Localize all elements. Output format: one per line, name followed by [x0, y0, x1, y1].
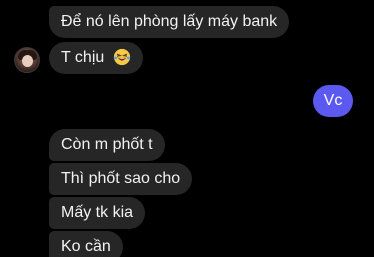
message-text: Còn m phốt t: [61, 136, 153, 153]
message-text: Mấy tk kia: [61, 204, 134, 221]
message-text: T chịu: [61, 49, 105, 66]
message-outgoing[interactable]: Vc: [313, 85, 353, 117]
laughing-with-tears-emoji-icon: [113, 48, 131, 65]
message-text: Vc: [323, 92, 343, 109]
message-text: Ko cần: [61, 238, 111, 255]
message-text: Để nó lên phòng lấy máy bank: [61, 13, 278, 30]
message-incoming[interactable]: Để nó lên phòng lấy máy bank: [49, 6, 290, 38]
message-text: Thì phốt sao cho: [61, 170, 181, 187]
message-incoming[interactable]: Còn m phốt t: [49, 129, 165, 161]
message-incoming[interactable]: Mấy tk kia: [49, 197, 146, 229]
chat-thread: Để nó lên phòng lấy máy bank T chịu Vc C…: [0, 0, 374, 257]
avatar[interactable]: [14, 47, 40, 73]
avatar-face: [22, 55, 33, 67]
message-incoming[interactable]: Ko cần: [49, 231, 123, 257]
message-incoming[interactable]: T chịu: [49, 42, 143, 74]
message-incoming[interactable]: Thì phốt sao cho: [49, 163, 193, 195]
